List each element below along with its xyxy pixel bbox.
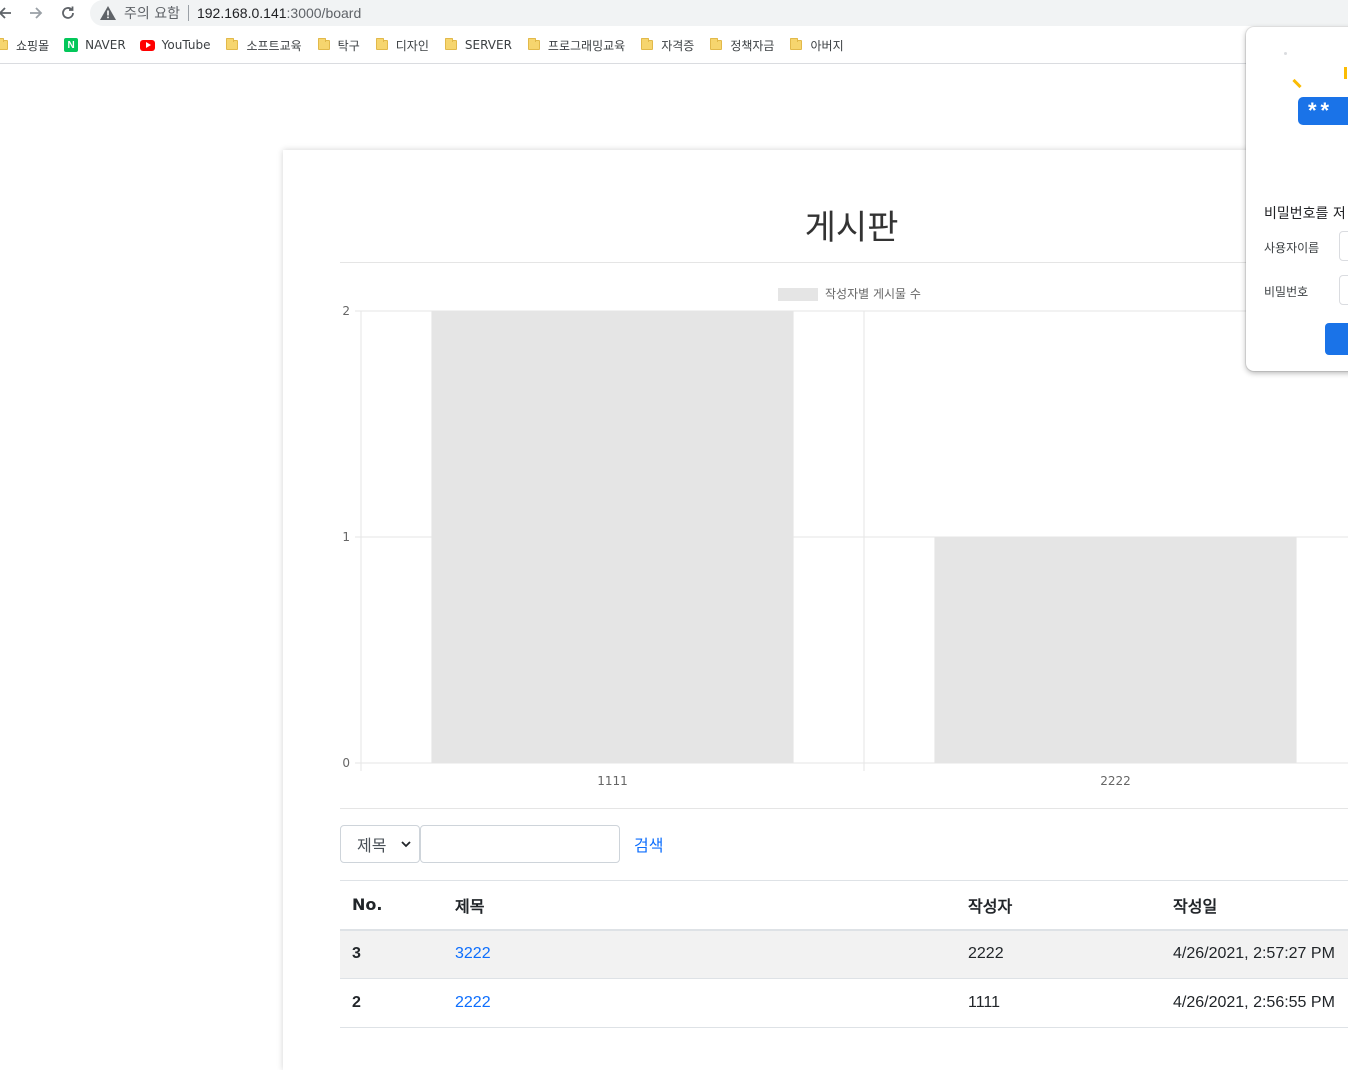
youtube-icon: [140, 37, 156, 53]
row-date: 4/26/2021, 2:56:55 PM: [1161, 978, 1348, 1028]
save-password-button[interactable]: [1325, 323, 1348, 355]
y-tick-label: 0: [342, 756, 350, 770]
search-field-value: 제목: [357, 836, 387, 855]
address-separator: [187, 5, 189, 21]
bookmark-label: SERVER: [464, 38, 512, 52]
bookmark-label: 탁구: [337, 38, 360, 53]
bookmark-father[interactable]: 아버지: [788, 33, 851, 57]
legend-swatch: [778, 288, 818, 301]
title-divider: [340, 262, 1348, 263]
sparkle-icon: [1292, 78, 1302, 89]
row-no: 3: [340, 929, 443, 979]
x-tick-label: 1111: [597, 774, 628, 788]
password-field[interactable]: [1339, 275, 1348, 305]
folder-icon: [526, 37, 542, 53]
bookmark-label: NAVER: [85, 38, 126, 52]
table-header-row: No. 제목 작성자 작성일: [340, 880, 1348, 931]
bar-1111: [431, 311, 794, 763]
sparkle-icon: [1344, 67, 1347, 79]
bookmark-shopping[interactable]: 쇼핑몰: [0, 33, 57, 57]
save-password-popup: ** 비밀번호를 저 사용자이름 비밀번호: [1246, 27, 1348, 371]
bookmark-label: 아버지: [810, 38, 844, 53]
bookmark-policy-fund[interactable]: 정책자금: [708, 33, 782, 57]
x-tick-label: 2222: [1100, 774, 1131, 788]
table-row: 2 2222 1111 4/26/2021, 2:56:55 PM: [340, 978, 1348, 1028]
folder-icon: [224, 37, 240, 53]
header-title: 제목: [443, 880, 956, 931]
reload-icon: [62, 6, 74, 19]
url-path: :3000/board: [286, 5, 362, 21]
bookmark-server[interactable]: SERVER: [443, 33, 520, 57]
security-label[interactable]: 주의 요함: [124, 3, 180, 23]
password-illustration-icon: **: [1298, 97, 1348, 125]
folder-icon: [443, 37, 459, 53]
bookmark-naver[interactable]: N NAVER: [63, 33, 134, 57]
arrow-right-icon: [30, 7, 43, 19]
row-author: 2222: [956, 929, 1161, 979]
chart-legend[interactable]: 작성자별 게시물 수: [778, 287, 921, 301]
bookmark-label: 프로그래밍교육: [547, 38, 626, 53]
browser-toolbar: 주의 요함 192.168.0.141:3000/board: [0, 0, 1348, 27]
chart-divider: [340, 808, 1348, 809]
folder-icon: [374, 37, 390, 53]
folder-icon: [708, 37, 724, 53]
bookmark-pingpong[interactable]: 탁구: [316, 33, 368, 57]
bookmark-label: 소프트교육: [246, 38, 302, 53]
forward-button[interactable]: [25, 3, 47, 23]
search-input[interactable]: [420, 825, 620, 863]
bookmark-programming-edu[interactable]: 프로그래밍교육: [526, 33, 633, 57]
url-text[interactable]: 192.168.0.141:3000/board: [197, 5, 361, 21]
row-author: 1111: [956, 978, 1161, 1028]
search-bar: 제목 검색: [340, 825, 663, 863]
row-date: 4/26/2021, 2:57:27 PM: [1161, 929, 1348, 979]
page-title: 게시판: [804, 208, 899, 248]
posts-by-author-chart: 0 1 2 1111 2222 작성자별 게시물 수: [342, 287, 1348, 788]
password-label: 비밀번호: [1264, 285, 1309, 299]
row-title-cell: 3222: [443, 929, 956, 979]
username-label: 사용자이름: [1264, 241, 1320, 255]
bookmark-design[interactable]: 디자인: [374, 33, 437, 57]
password-illustration-text: **: [1308, 98, 1334, 123]
arrow-left-icon: [0, 7, 11, 19]
folder-icon: [639, 37, 655, 53]
post-title-link[interactable]: 2222: [455, 994, 491, 1011]
folder-icon: [0, 37, 10, 53]
bookmark-certificate[interactable]: 자격증: [639, 33, 702, 57]
row-title-cell: 2222: [443, 978, 956, 1028]
url-host: 192.168.0.141: [196, 5, 287, 21]
popup-title: 비밀번호를 저: [1264, 206, 1346, 222]
naver-icon: N: [63, 37, 79, 53]
sparkle-icon: [1284, 52, 1287, 55]
search-button[interactable]: 검색: [634, 832, 663, 856]
y-tick-label: 1: [342, 530, 350, 544]
header-no: No.: [340, 880, 443, 931]
folder-icon: [316, 37, 332, 53]
folder-icon: [788, 37, 804, 53]
reload-button[interactable]: [57, 3, 79, 23]
y-tick-label: 2: [342, 304, 350, 318]
bookmark-label: 쇼핑몰: [16, 38, 50, 53]
legend-label: 작성자별 게시물 수: [825, 287, 921, 301]
bookmark-label: 자격증: [661, 38, 695, 53]
search-field-select[interactable]: 제목: [340, 825, 420, 863]
bookmarks-bar: 쇼핑몰 N NAVER YouTube 소프트교육 탁구 디자인 SERVER …: [0, 30, 1342, 60]
address-bar[interactable]: 주의 요함 192.168.0.141:3000/board: [90, 0, 1348, 26]
bookmark-youtube[interactable]: YouTube: [140, 33, 219, 57]
bar-2222: [934, 537, 1297, 763]
bookmark-software-edu[interactable]: 소프트교육: [224, 33, 309, 57]
bookmark-label: 디자인: [395, 38, 429, 53]
table-row: 3 3222 2222 4/26/2021, 2:57:27 PM: [340, 929, 1348, 979]
chevron-down-icon: [401, 841, 411, 848]
header-date: 작성일: [1161, 880, 1348, 931]
post-title-link[interactable]: 3222: [455, 945, 491, 962]
username-field[interactable]: [1339, 231, 1348, 261]
bookmark-label: 정책자금: [730, 38, 775, 53]
bookmark-label: YouTube: [161, 38, 211, 52]
back-button[interactable]: [0, 3, 16, 23]
header-author: 작성자: [956, 880, 1161, 931]
warning-icon[interactable]: [100, 4, 118, 22]
board-table: No. 제목 작성자 작성일 3 3222 2222 4/26/2021, 2:…: [340, 880, 1348, 1028]
row-no: 2: [340, 978, 443, 1028]
